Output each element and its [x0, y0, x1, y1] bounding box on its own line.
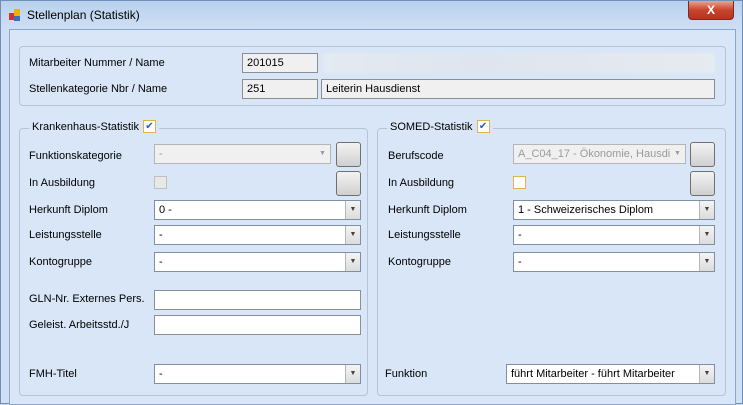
- chevron-down-icon: ▼: [345, 226, 360, 244]
- stellenkategorie-label: Stellenkategorie Nbr / Name: [29, 83, 168, 95]
- somed-in-ausbildung-label: In Ausbildung: [388, 177, 455, 189]
- stellenkategorie-nr-field[interactable]: 251: [242, 79, 318, 99]
- somed-checkbox[interactable]: ✔: [476, 120, 490, 133]
- funktionskategorie-value: -: [159, 148, 163, 160]
- leistungsstelle-value: -: [159, 229, 163, 241]
- leistungsstelle-label: Leistungsstelle: [29, 229, 102, 241]
- funktionskategorie-button[interactable]: [336, 142, 361, 167]
- somed-in-ausbildung-checkbox[interactable]: [513, 176, 526, 189]
- somed-leistungsstelle-value: -: [518, 229, 522, 241]
- berufscode-button[interactable]: [690, 142, 715, 167]
- chevron-down-icon: ▼: [345, 253, 360, 271]
- krankenhaus-title: Krankenhaus-Statistik: [32, 120, 139, 133]
- chevron-down-icon: ▼: [699, 253, 714, 271]
- somed-kontogruppe-value: -: [518, 256, 522, 268]
- herkunft-combo[interactable]: 0 - ▼: [154, 200, 361, 220]
- funktion-value: führt Mitarbeiter - führt Mitarbeiter: [511, 368, 675, 380]
- stellenkategorie-name-field[interactable]: Leiterin Hausdienst: [321, 79, 715, 99]
- somed-herkunft-value: 1 - Schweizerisches Diplom: [518, 204, 654, 216]
- somed-in-ausbildung-button[interactable]: [690, 171, 715, 196]
- somed-leistungsstelle-label: Leistungsstelle: [388, 229, 461, 241]
- gln-input[interactable]: [154, 290, 361, 310]
- window-title: Stellenplan (Statistik): [27, 8, 140, 22]
- chevron-down-icon: ▼: [345, 201, 360, 219]
- dialog-window: Stellenplan (Statistik) X Mitarbeiter Nu…: [0, 0, 743, 405]
- somed-group-title: SOMED-Statistik ✔: [387, 120, 493, 133]
- mitarbeiter-nr-field[interactable]: 201015: [242, 53, 318, 73]
- chevron-down-icon: ▼: [699, 226, 714, 244]
- in-ausbildung-label: In Ausbildung: [29, 177, 96, 189]
- funktionskategorie-label: Funktionskategorie: [29, 150, 122, 162]
- mitarbeiter-label: Mitarbeiter Nummer / Name: [29, 57, 165, 69]
- kontogruppe-label: Kontogruppe: [29, 256, 92, 268]
- leistungsstelle-combo[interactable]: - ▼: [154, 225, 361, 245]
- berufscode-value: A_C04_17 - Ökonomie, Hausdienst: [518, 148, 686, 160]
- app-icon: [9, 9, 20, 21]
- krankenhaus-group-title: Krankenhaus-Statistik ✔: [29, 120, 159, 133]
- in-ausbildung-button[interactable]: [336, 171, 361, 196]
- chevron-down-icon: ▼: [315, 145, 330, 163]
- herkunft-label: Herkunft Diplom: [29, 204, 108, 216]
- kontogruppe-combo[interactable]: - ▼: [154, 252, 361, 272]
- funktion-combo[interactable]: führt Mitarbeiter - führt Mitarbeiter ▼: [506, 364, 715, 384]
- in-ausbildung-checkbox[interactable]: [154, 176, 167, 189]
- krankenhaus-checkbox[interactable]: ✔: [143, 120, 156, 133]
- chevron-down-icon: ▼: [699, 201, 714, 219]
- close-button[interactable]: X: [688, 1, 734, 20]
- fmh-combo[interactable]: - ▼: [154, 364, 361, 384]
- chevron-down-icon: ▼: [345, 365, 360, 383]
- somed-herkunft-label: Herkunft Diplom: [388, 204, 467, 216]
- fmh-value: -: [159, 368, 163, 380]
- chevron-down-icon: ▼: [670, 145, 685, 163]
- somed-herkunft-combo[interactable]: 1 - Schweizerisches Diplom ▼: [513, 200, 715, 220]
- kontogruppe-value: -: [159, 256, 163, 268]
- funktion-label: Funktion: [385, 368, 428, 380]
- mitarbeiter-name-field-blurred: [323, 53, 715, 73]
- fmh-label: FMH-Titel: [29, 368, 77, 380]
- gln-label: GLN-Nr. Externes Pers.: [29, 293, 145, 305]
- arbeitsstd-input[interactable]: [154, 315, 361, 335]
- somed-kontogruppe-combo[interactable]: - ▼: [513, 252, 715, 272]
- somed-title: SOMED-Statistik: [390, 120, 473, 133]
- berufscode-label: Berufscode: [388, 150, 444, 162]
- somed-leistungsstelle-combo[interactable]: - ▼: [513, 225, 715, 245]
- chevron-down-icon: ▼: [699, 365, 714, 383]
- berufscode-combo[interactable]: A_C04_17 - Ökonomie, Hausdienst ▼: [513, 144, 686, 164]
- somed-kontogruppe-label: Kontogruppe: [388, 256, 451, 268]
- arbeitsstd-label: Geleist. Arbeitsstd./J: [29, 319, 130, 331]
- herkunft-value: 0 -: [159, 204, 172, 216]
- funktionskategorie-combo[interactable]: - ▼: [154, 144, 331, 164]
